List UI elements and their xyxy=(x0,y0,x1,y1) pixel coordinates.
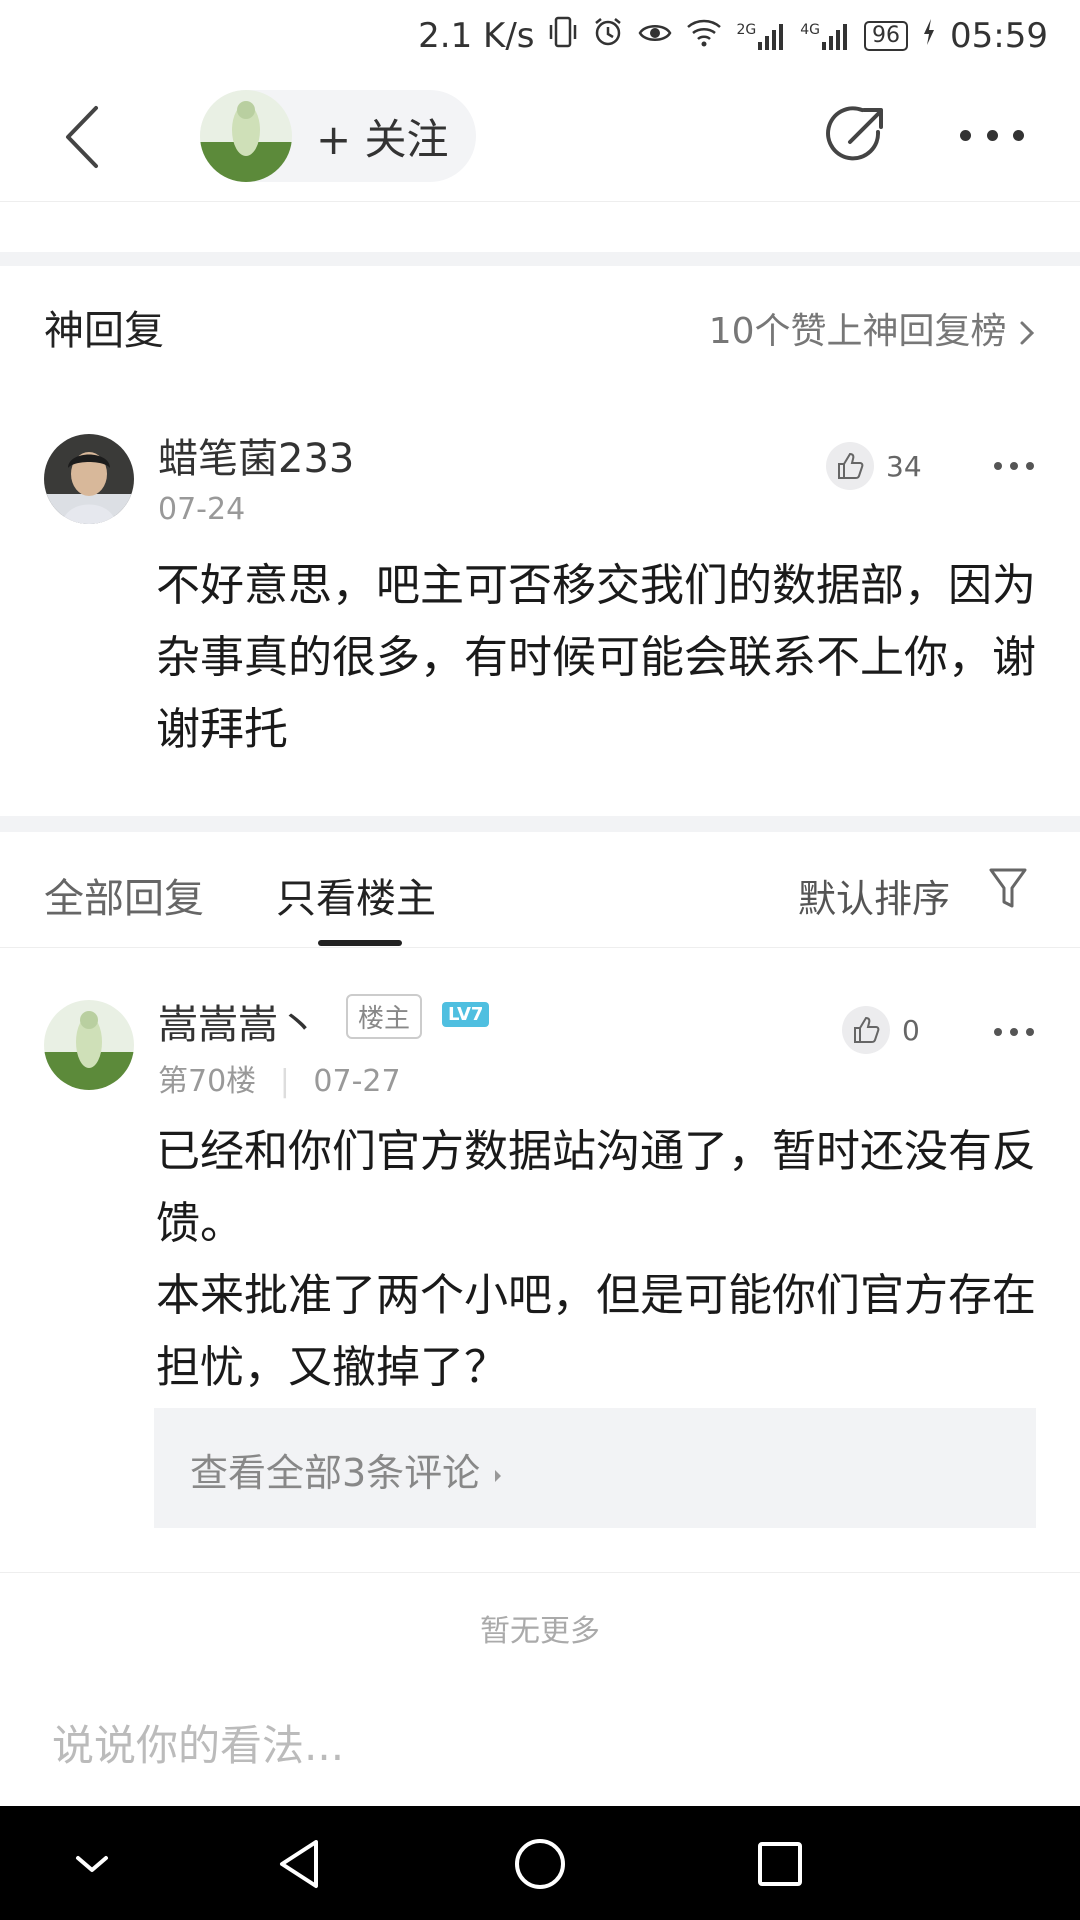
status-bar: 2.1 K/s 2G 4G 96 05:59 xyxy=(0,0,1080,72)
more-options-button[interactable] xyxy=(960,120,1024,150)
featured-reply: 蜡笔菌233 07-24 34 不好意思，吧主可否移交我们的数据部，因为杂事真的… xyxy=(0,386,1080,806)
post-more-button[interactable] xyxy=(994,462,1034,472)
battery-indicator: 96 xyxy=(864,21,909,51)
god-reply-rank-label: 10个赞上神回复榜 xyxy=(708,311,1007,352)
god-reply-title: 神回复 xyxy=(44,308,164,354)
share-icon xyxy=(826,106,883,161)
thumbs-up-icon xyxy=(826,442,874,490)
chevron-left-icon xyxy=(66,106,98,168)
username[interactable]: 蜡笔菌233 xyxy=(158,426,354,484)
vibrate-icon xyxy=(548,15,578,57)
chevron-right-icon xyxy=(1020,321,1035,345)
signal-2g-icon: 2G xyxy=(736,22,786,50)
active-tab-indicator xyxy=(318,940,402,946)
post-text-1: 已经和你们官方数据站沟通了，暂时还没有反馈。 xyxy=(156,1126,1036,1249)
wifi-icon xyxy=(686,17,722,55)
charging-icon xyxy=(922,18,936,54)
floor-meta: 第70楼 | 07-27 xyxy=(158,1056,401,1100)
avatar[interactable] xyxy=(44,1000,134,1090)
more-dot xyxy=(986,129,998,141)
thumbs-up-icon xyxy=(842,1006,890,1054)
reply-floor-70: 嵩嵩嵩丶 楼主 LV7 第70楼 | 07-27 0 已经和你们官方数据站沟通了… xyxy=(0,948,1080,1488)
no-more-text: 暂无更多 xyxy=(480,1614,600,1649)
eye-comfort-icon xyxy=(638,19,672,54)
net-2g-label: 2G xyxy=(736,22,757,38)
reply-input-bar[interactable]: 说说你的看法... xyxy=(0,1672,1080,1806)
post-text: 不好意思，吧主可否移交我们的数据部，因为杂事真的很多，有时候可能会联系不上你，谢… xyxy=(156,560,1036,755)
system-recents-button[interactable] xyxy=(750,1834,810,1894)
caret-right-icon xyxy=(495,1469,502,1482)
more-dot xyxy=(1013,129,1024,141)
signal-4g-icon: 4G xyxy=(800,22,850,50)
god-reply-header: 神回复 10个赞上神回复榜 xyxy=(0,266,1080,386)
post-more-button[interactable] xyxy=(994,1028,1034,1038)
reply-input-placeholder[interactable]: 说说你的看法... xyxy=(52,1712,344,1773)
net-4g-label: 4G xyxy=(800,22,821,38)
clock: 05:59 xyxy=(950,16,1048,56)
author-avatar[interactable] xyxy=(200,90,292,182)
meta-separator: | xyxy=(279,1064,290,1099)
more-dot xyxy=(994,1028,1002,1036)
like-count: 34 xyxy=(886,449,922,483)
follow-label: + 关注 xyxy=(316,114,449,164)
system-back-button[interactable] xyxy=(270,1834,330,1894)
square-recents-icon xyxy=(758,1842,802,1886)
view-all-comments-link[interactable]: 查看全部3条评论 xyxy=(190,1442,504,1497)
net-speed: 2.1 K/s xyxy=(418,16,535,56)
system-home-button[interactable] xyxy=(510,1834,570,1894)
follow-button[interactable]: + 关注 xyxy=(200,90,476,182)
more-dot xyxy=(1026,1028,1034,1036)
floor-number: 第70楼 xyxy=(158,1064,257,1099)
post-date: 07-24 xyxy=(158,492,246,527)
god-reply-rank-link[interactable]: 10个赞上神回复榜 xyxy=(709,302,1036,354)
more-dot xyxy=(960,129,971,141)
reply-tabs: 全部回复 只看楼主 默认排序 xyxy=(0,832,1080,948)
divider xyxy=(0,1572,1080,1573)
sort-selector[interactable]: 默认排序 xyxy=(798,868,950,923)
section-divider xyxy=(0,816,1080,832)
more-dot xyxy=(1010,1028,1018,1036)
username[interactable]: 嵩嵩嵩丶 xyxy=(158,992,318,1050)
share-button[interactable] xyxy=(820,102,890,172)
tab-op-only[interactable]: 只看楼主 xyxy=(276,866,436,924)
like-count: 0 xyxy=(902,1013,920,1047)
like-button[interactable]: 34 xyxy=(826,442,922,490)
back-button[interactable] xyxy=(56,102,116,172)
more-dot xyxy=(994,462,1002,470)
tab-all-replies[interactable]: 全部回复 xyxy=(44,866,204,924)
alarm-icon xyxy=(592,16,624,56)
system-navigation-bar xyxy=(0,1806,1080,1920)
sub-comments-box[interactable]: 查看全部3条评论 xyxy=(154,1408,1036,1528)
avatar[interactable] xyxy=(44,434,134,524)
post-text-2: 本来批准了两个小吧，但是可能你们官方存在担忧，又撤掉了？ xyxy=(156,1270,1036,1393)
top-nav-bar: + 关注 xyxy=(0,72,1080,202)
more-dot xyxy=(1010,462,1018,470)
chevron-down-icon xyxy=(76,1856,108,1872)
filter-icon[interactable] xyxy=(988,866,1028,910)
like-button[interactable]: 0 xyxy=(842,1006,920,1054)
level-badge: LV7 xyxy=(442,1002,490,1027)
more-dot xyxy=(1026,462,1034,470)
hide-nav-button[interactable] xyxy=(62,1834,122,1894)
triangle-back-icon xyxy=(280,1840,318,1888)
view-all-comments-label: 查看全部3条评论 xyxy=(190,1451,481,1495)
op-badge: 楼主 xyxy=(346,994,423,1039)
section-divider xyxy=(0,252,1080,266)
post-date: 07-27 xyxy=(313,1064,401,1099)
circle-home-icon xyxy=(515,1839,565,1889)
